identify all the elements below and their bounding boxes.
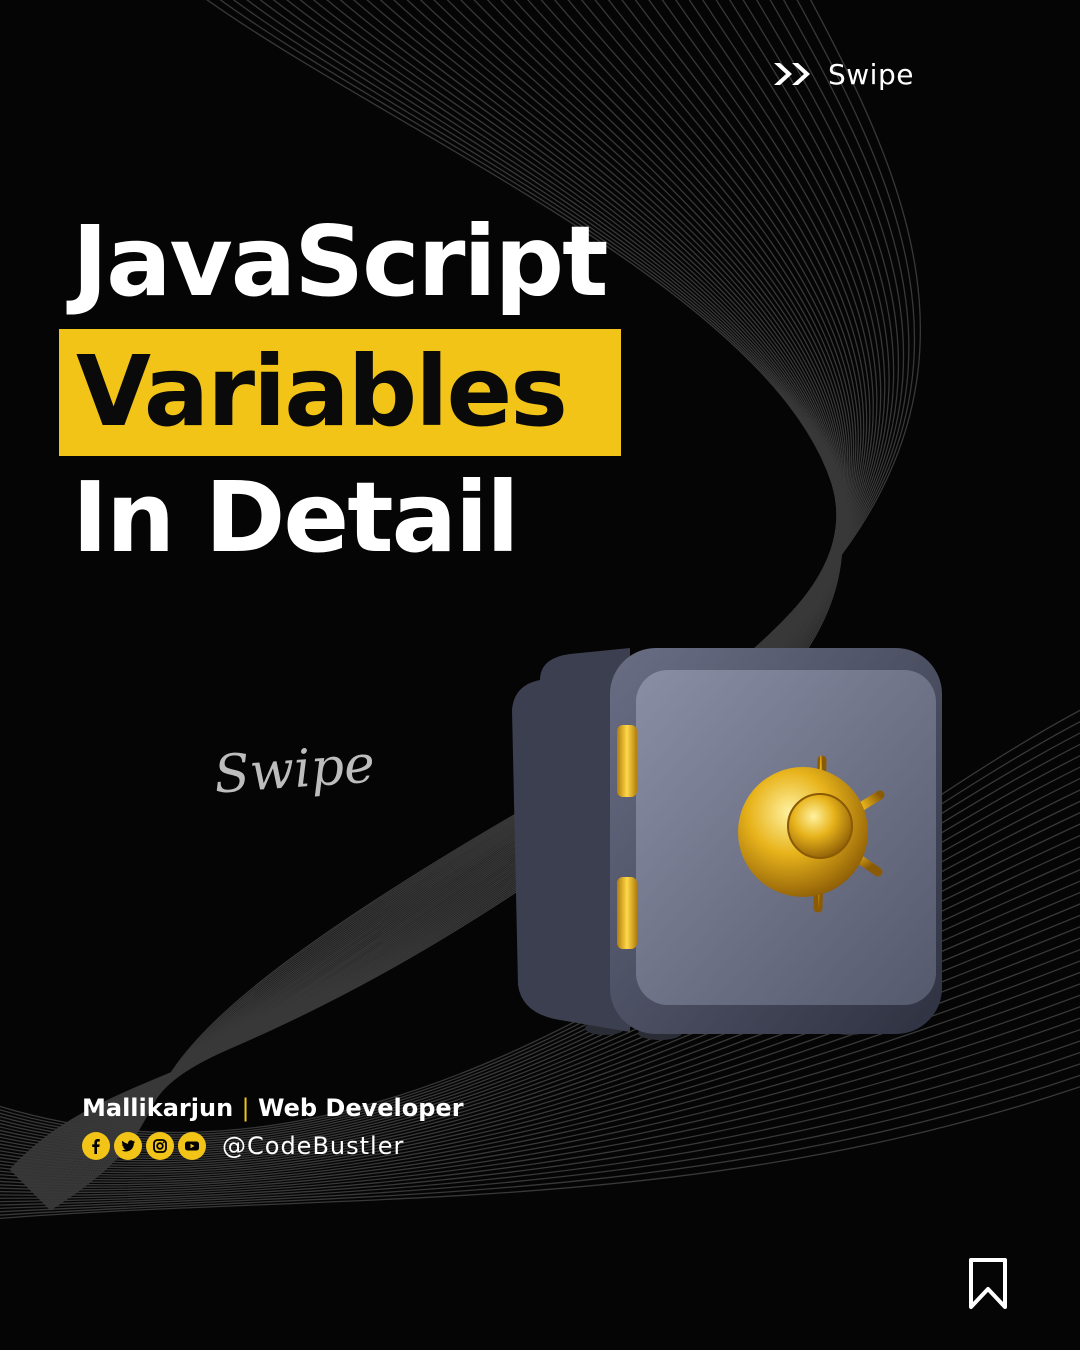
swipe-hint: Swipe	[212, 734, 377, 806]
twitter-icon[interactable]	[114, 1132, 142, 1160]
author-credit: Mallikarjun | Web Developer	[82, 1094, 464, 1122]
instagram-icon[interactable]	[146, 1132, 174, 1160]
carousel-slide: Swipe JavaScript Variables In Detail Swi…	[0, 0, 1080, 1350]
facebook-icon[interactable]	[82, 1132, 110, 1160]
author-name: Mallikarjun	[82, 1094, 234, 1122]
social-links: @CodeBustler	[82, 1132, 404, 1160]
social-handle: @CodeBustler	[222, 1132, 405, 1160]
double-chevron-right-icon	[774, 63, 810, 85]
safe-vault-icon	[512, 648, 942, 1040]
author-role: Web Developer	[257, 1094, 464, 1122]
title-line-2: Variables	[76, 335, 568, 448]
bookmark-icon[interactable]	[966, 1256, 1010, 1312]
title-line-3: In Detail	[72, 461, 520, 574]
author-separator: |	[241, 1094, 250, 1122]
title-line-1: JavaScript	[72, 205, 608, 318]
youtube-icon[interactable]	[178, 1132, 206, 1160]
swipe-label: Swipe	[828, 57, 914, 91]
swipe-indicator[interactable]: Swipe	[772, 54, 914, 94]
